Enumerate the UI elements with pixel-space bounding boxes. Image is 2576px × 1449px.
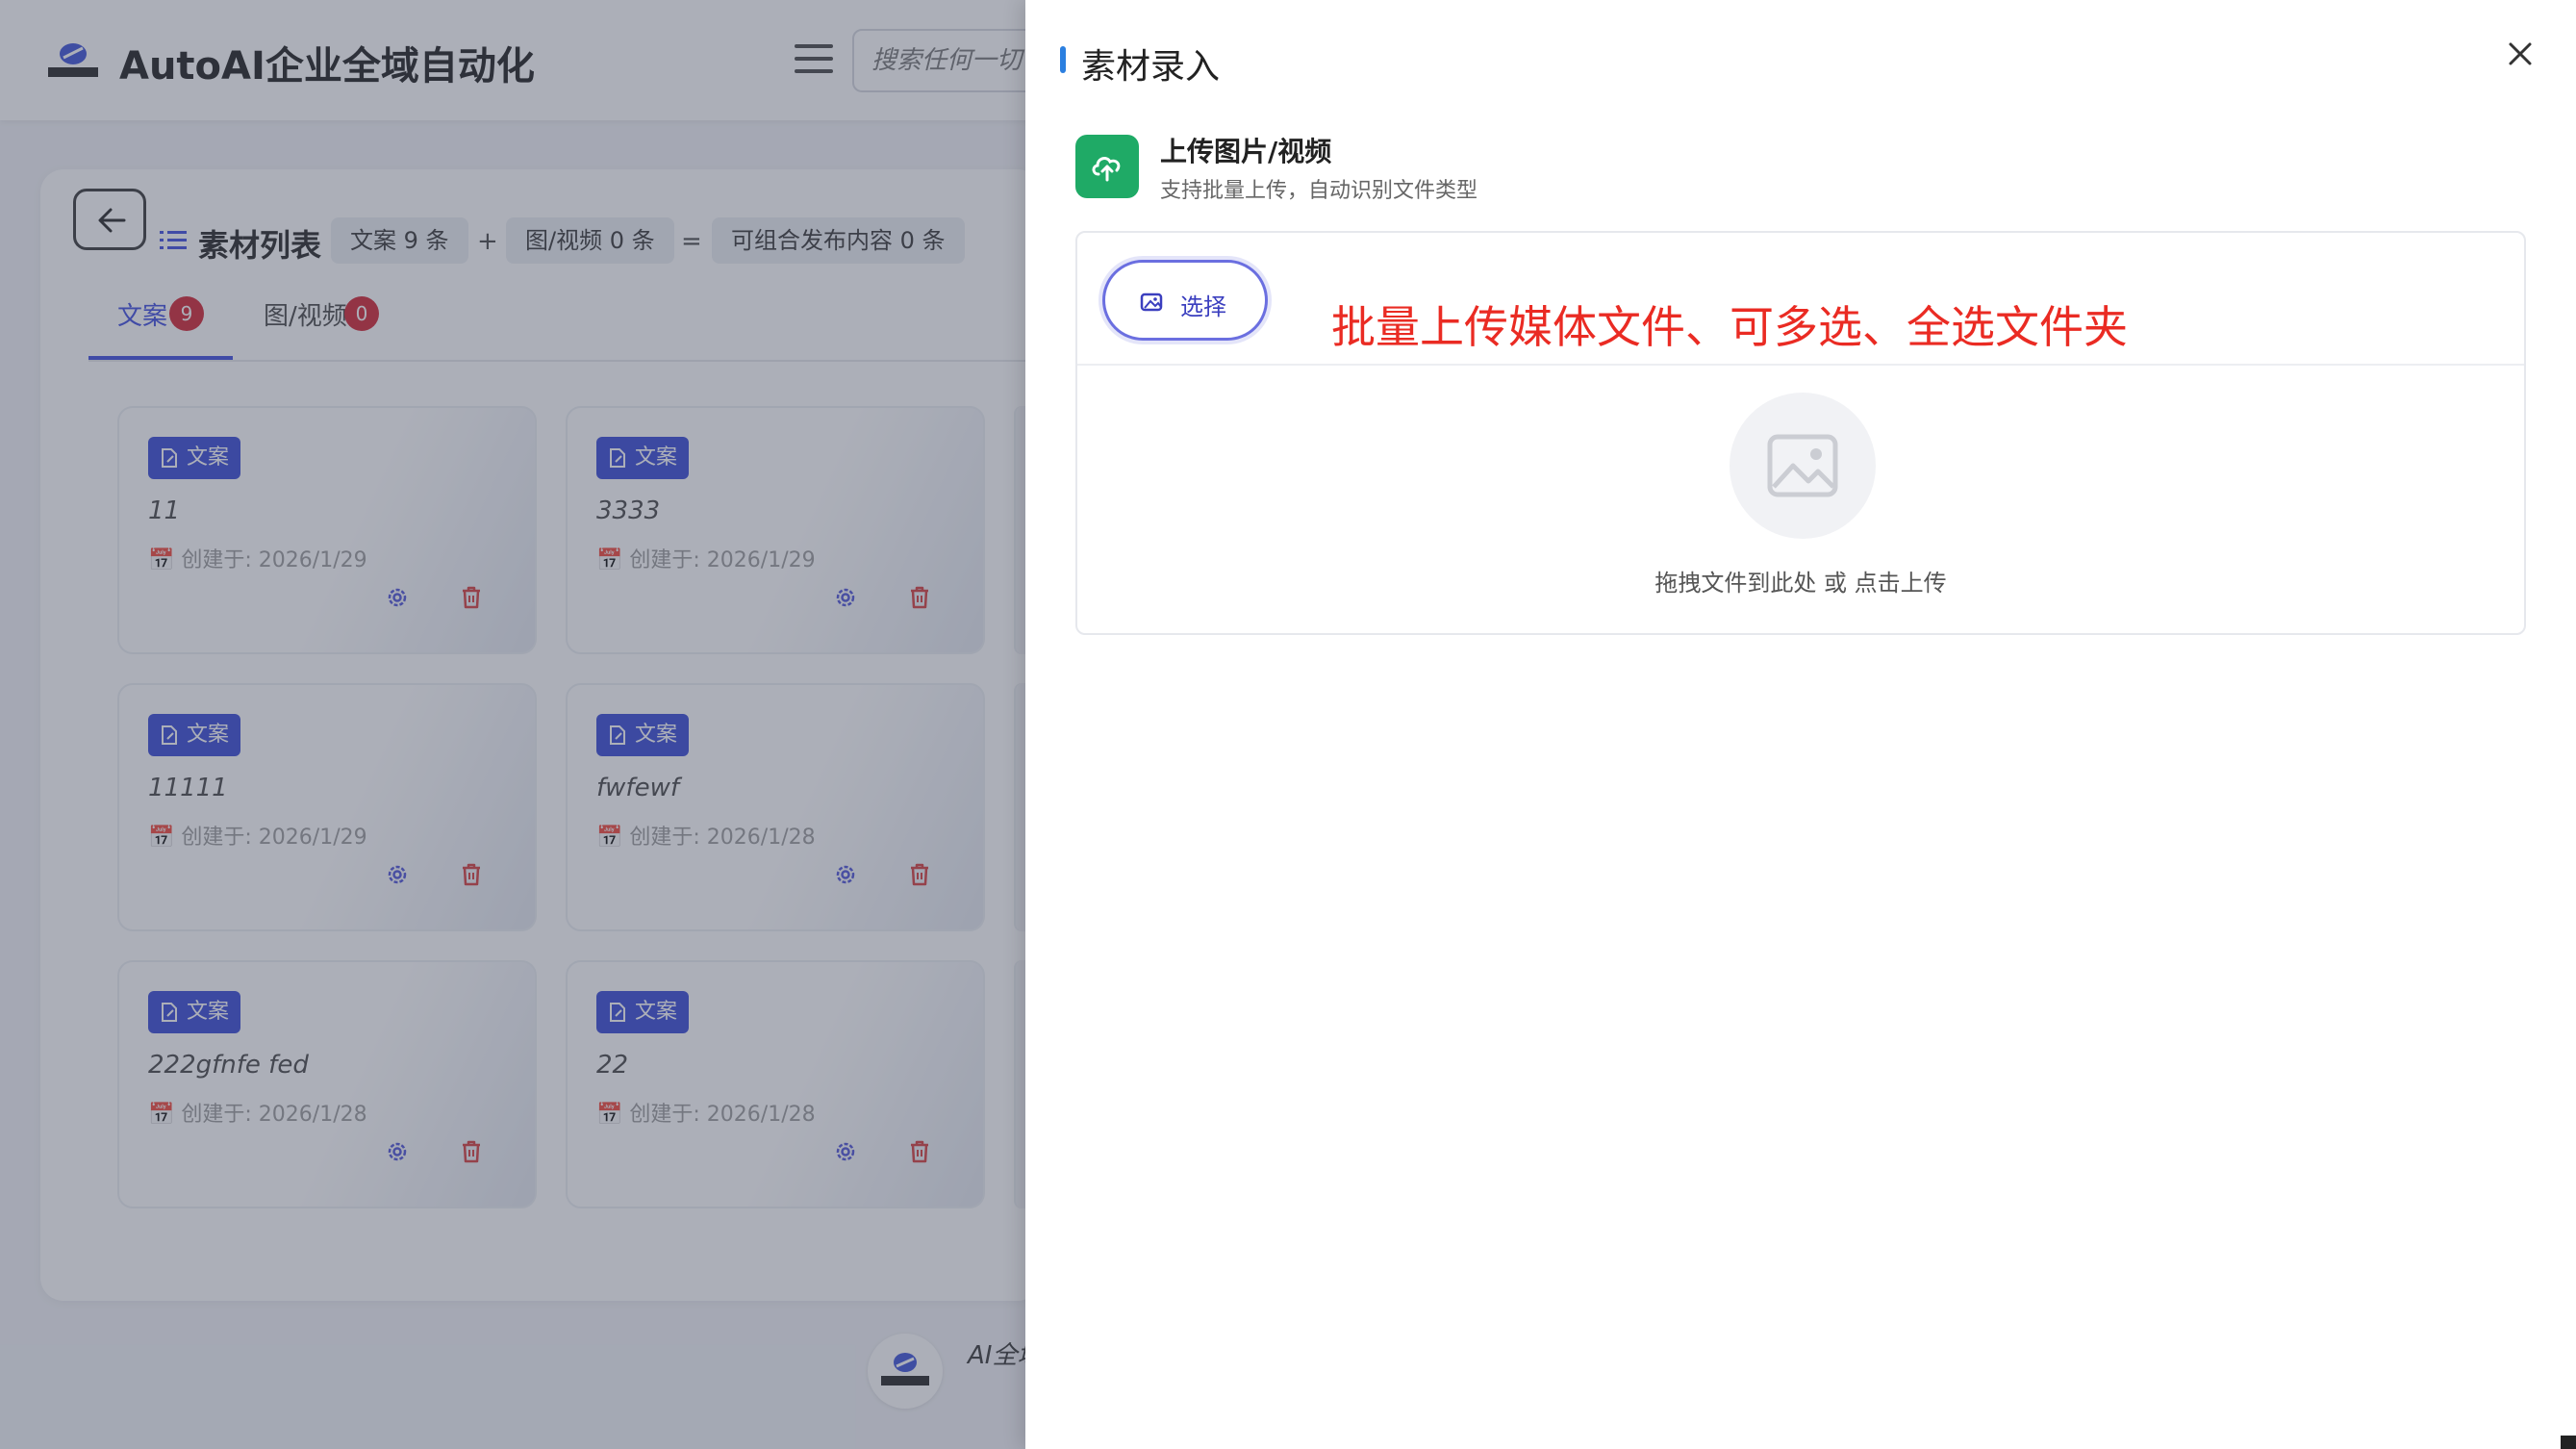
modal-overlay[interactable]	[0, 0, 1025, 1449]
title-accent-bar	[1060, 46, 1066, 73]
drawer-title: 素材录入	[1081, 47, 1221, 87]
close-icon[interactable]	[2505, 38, 2536, 69]
cloud-upload-icon	[1092, 157, 1121, 182]
upload-subtitle: 支持批量上传，自动识别文件类型	[1160, 179, 1478, 203]
upload-title: 上传图片/视频	[1160, 136, 1332, 167]
image-placeholder-icon	[1767, 434, 1838, 497]
dropzone-hint: 拖拽文件到此处 或 点击上传	[1654, 570, 1947, 597]
upload-dropzone[interactable]: 选择 批量上传媒体文件、可多选、全选文件夹 拖拽文件到此处 或 点击上传	[1075, 231, 2526, 635]
annotation-text: 批量上传媒体文件、可多选、全选文件夹	[1331, 301, 2128, 353]
select-files-button[interactable]: 选择	[1102, 260, 1268, 341]
window-corner	[2561, 1436, 2576, 1449]
select-button-label: 选择	[1180, 293, 1226, 320]
dropzone-divider	[1077, 364, 2524, 366]
dropzone-icon-circle	[1730, 393, 1876, 539]
image-icon	[1140, 292, 1163, 312]
material-entry-drawer: 素材录入 上传图片/视频 支持批量上传，自动识别文件类型 选择 批量上传媒体文件…	[1025, 0, 2576, 1449]
upload-section-icon	[1075, 135, 1139, 198]
